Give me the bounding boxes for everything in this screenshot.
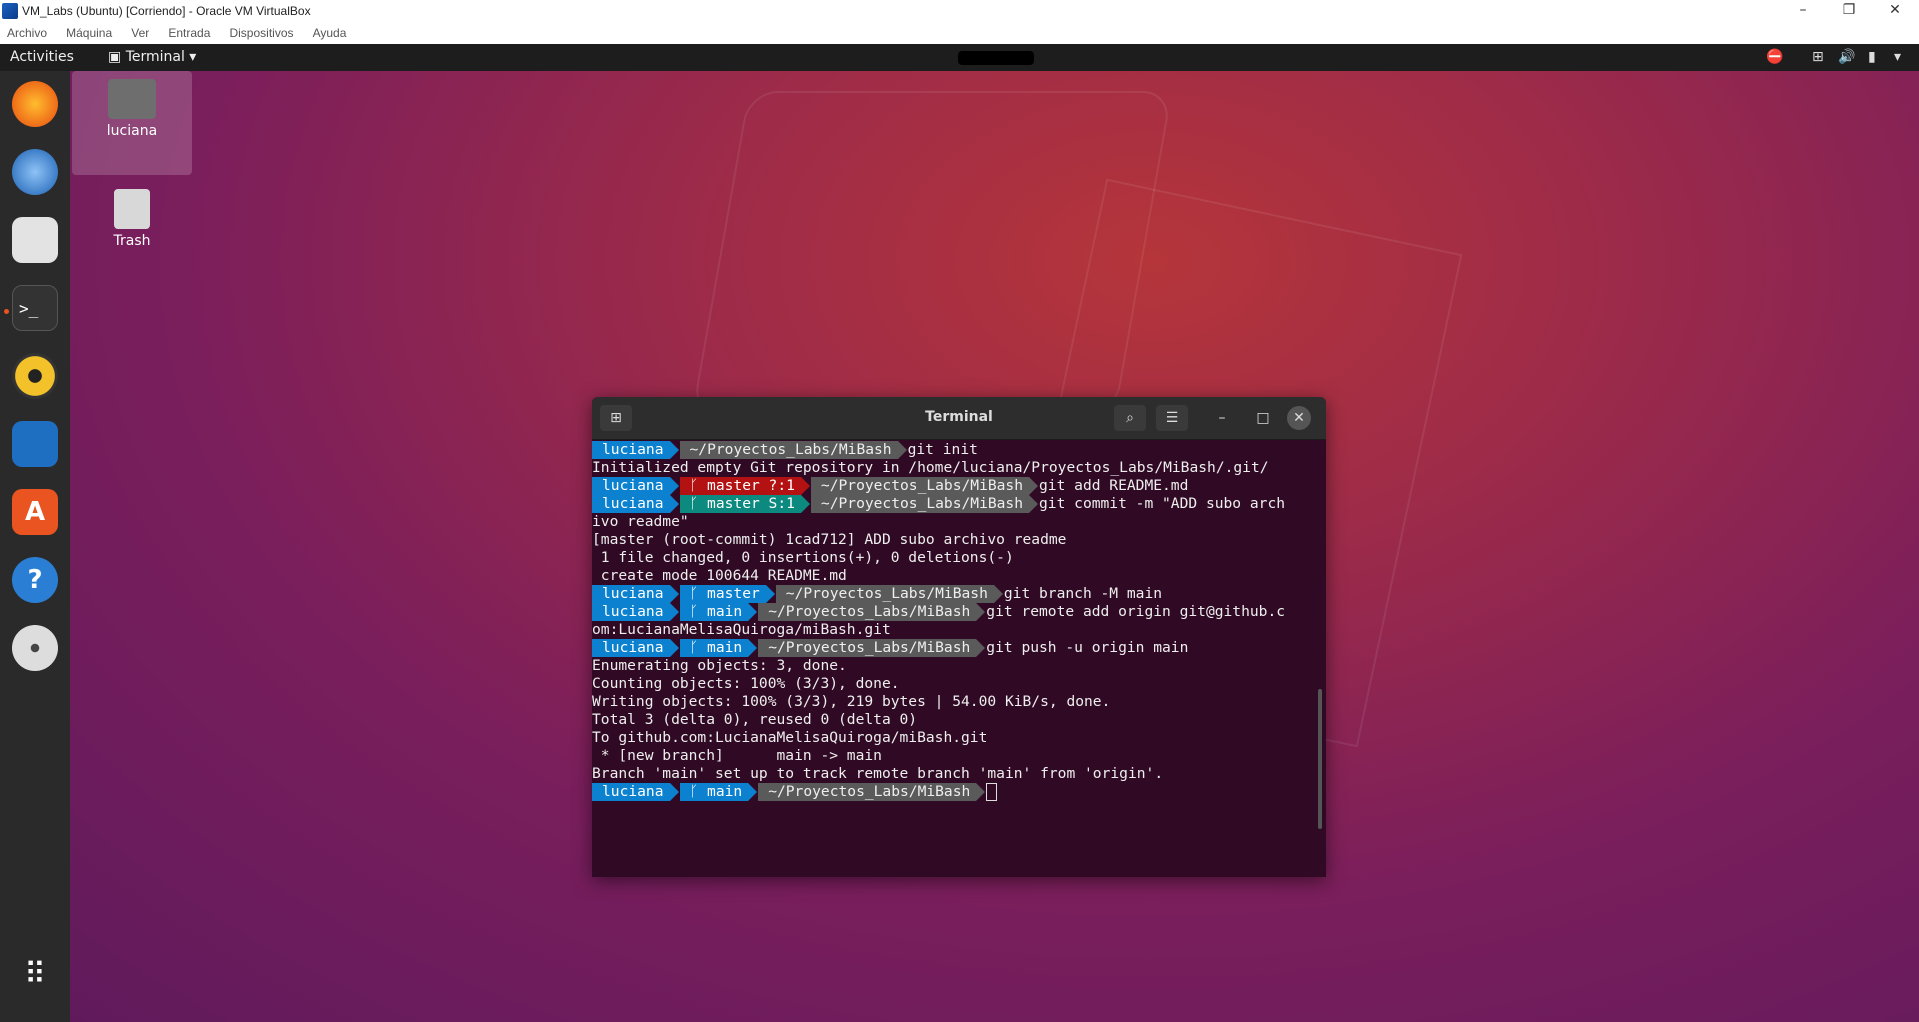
terminal-prompt-line: luciana ᚴ master ~/Proyectos_Labs/MiBash gi… xyxy=(592,585,1312,603)
dock: >_ A ? ⠿ xyxy=(0,71,70,1022)
terminal-small-icon: ▣ xyxy=(108,49,126,65)
restore-icon[interactable]: ❐ xyxy=(1826,0,1872,22)
prompt-command: git init xyxy=(907,441,978,458)
files-icon[interactable] xyxy=(12,217,58,263)
menu-ayuda[interactable]: Ayuda xyxy=(306,23,354,43)
prompt-user: luciana xyxy=(592,585,678,603)
terminal-output-line: Enumerating objects: 3, done. xyxy=(592,657,847,674)
terminal-prompt-line: luciana ᚴ main ~/Proyectos_Labs/MiBash xyxy=(592,783,1312,801)
terminal-output-line: Total 3 (delta 0), reused 0 (delta 0) xyxy=(592,711,918,728)
prompt-path: ~/Proyectos_Labs/MiBash xyxy=(758,783,986,801)
trash-label: Trash xyxy=(113,233,151,249)
prompt-path: ~/Proyectos_Labs/MiBash xyxy=(758,639,986,657)
prompt-user: luciana xyxy=(592,603,678,621)
prompt-git-branch: ᚴ master S:1 xyxy=(679,495,811,513)
trash-icon xyxy=(114,189,150,229)
prompt-command: git remote add origin git@github.c xyxy=(986,603,1286,620)
menu-dispositivos[interactable]: Dispositivos xyxy=(222,23,300,43)
terminal-icon[interactable]: >_ xyxy=(12,285,58,331)
maximize-icon[interactable]: □ xyxy=(1247,405,1279,431)
host-menubar: Archivo Máquina Ver Entrada Dispositivos… xyxy=(0,22,1919,45)
system-menu-icon[interactable]: ▾ xyxy=(1894,49,1901,65)
terminal-cursor xyxy=(986,783,998,801)
help-icon[interactable]: ? xyxy=(12,557,58,603)
prompt-git-branch: ᚴ main xyxy=(679,639,757,657)
running-indicator xyxy=(4,309,9,314)
clock[interactable] xyxy=(958,51,1034,65)
network-icon[interactable]: ⊞ xyxy=(1812,49,1824,65)
menu-archivo[interactable]: Archivo xyxy=(0,23,54,43)
software-icon[interactable]: A xyxy=(12,489,58,535)
terminal-output-line: create mode 100644 README.md xyxy=(592,567,847,584)
host-window-title: VM_Labs (Ubuntu) [Corriendo] - Oracle VM… xyxy=(22,4,311,18)
prompt-path: ~/Proyectos_Labs/MiBash xyxy=(775,585,1003,603)
gnome-top-bar: Activities ▣ Terminal ▾ ⛔ ⊞ 🔊 ▮ ▾ xyxy=(0,44,1919,71)
prompt-command: git commit -m "ADD subo arch xyxy=(1039,495,1286,512)
disc-icon[interactable] xyxy=(12,625,58,671)
terminal-output-line: Counting objects: 100% (3/3), done. xyxy=(592,675,900,692)
prompt-git-branch: ᚴ master ?:1 xyxy=(679,477,811,495)
prompt-path: ~/Proyectos_Labs/MiBash xyxy=(810,495,1039,513)
terminal-prompt-line: luciana ᚴ master ?:1 ~/Proyectos_Labs/MiBa… xyxy=(592,477,1312,495)
menu-maquina[interactable]: Máquina xyxy=(59,23,119,43)
minimize-icon[interactable]: – xyxy=(1206,405,1238,431)
prompt-user: luciana xyxy=(592,441,678,459)
prompt-path: ~/Proyectos_Labs/MiBash xyxy=(679,441,907,459)
show-applications-icon[interactable]: ⠿ xyxy=(12,951,58,997)
battery-icon[interactable]: ▮ xyxy=(1868,49,1876,65)
prompt-path: ~/Proyectos_Labs/MiBash xyxy=(810,477,1039,495)
terminal-window[interactable]: ⊞ Terminal ⌕ ☰ – □ ✕ luciana ~/Proyectos_… xyxy=(592,397,1326,877)
terminal-headerbar: ⊞ Terminal ⌕ ☰ – □ ✕ xyxy=(592,397,1326,440)
terminal-output-line: 1 file changed, 0 insertions(+), 0 delet… xyxy=(592,549,1014,566)
host-titlebar: VM_Labs (Ubuntu) [Corriendo] - Oracle VM… xyxy=(0,0,1919,22)
terminal-prompt-line: luciana ᚴ main ~/Proyectos_Labs/MiBash git … xyxy=(592,639,1312,657)
chevron-down-icon: ▾ xyxy=(184,49,197,65)
prompt-git-branch: ᚴ master xyxy=(679,585,776,603)
prompt-command: git add README.md xyxy=(1039,477,1189,494)
close-icon[interactable]: ✕ xyxy=(1872,0,1918,22)
app-menu[interactable]: ▣ Terminal ▾ xyxy=(108,49,196,65)
terminal-output-line: Writing objects: 100% (3/3), 219 bytes |… xyxy=(592,693,1111,710)
record-icon[interactable]: ⛔ xyxy=(1766,49,1783,65)
terminal-output-line: To github.com:LucianaMelisaQuiroga/miBas… xyxy=(592,729,988,746)
prompt-path: ~/Proyectos_Labs/MiBash xyxy=(758,603,986,621)
terminal-prompt-line: luciana ᚴ main ~/Proyectos_Labs/MiBash git … xyxy=(592,603,1312,621)
prompt-git-branch: ᚴ main xyxy=(679,783,757,801)
menu-ver[interactable]: Ver xyxy=(124,23,156,43)
activities-button[interactable]: Activities xyxy=(10,49,74,65)
home-folder-icon xyxy=(108,79,156,119)
terminal-prompt-line: luciana ~/Proyectos_Labs/MiBash git init xyxy=(592,441,1312,459)
minimize-icon[interactable]: – xyxy=(1780,0,1826,22)
terminal-output[interactable]: luciana ~/Proyectos_Labs/MiBash git init In… xyxy=(592,440,1312,877)
terminal-output-line: [master (root-commit) 1cad712] ADD subo … xyxy=(592,531,1067,548)
writer-icon[interactable] xyxy=(12,421,58,467)
menu-entrada[interactable]: Entrada xyxy=(161,23,217,43)
scrollbar[interactable] xyxy=(1318,689,1322,829)
terminal-prompt-line: luciana ᚴ master S:1 ~/Proyectos_Labs/MiBa… xyxy=(592,495,1312,513)
close-icon[interactable]: ✕ xyxy=(1287,406,1311,430)
home-folder-label: luciana xyxy=(106,123,158,139)
hamburger-menu-icon[interactable]: ☰ xyxy=(1156,405,1188,431)
firefox-icon[interactable] xyxy=(12,81,58,127)
desktop-trash[interactable]: Trash xyxy=(72,181,192,249)
terminal-output-line: * [new branch] main -> main xyxy=(592,747,882,764)
terminal-output-line: Branch 'main' set up to track remote bra… xyxy=(592,765,1164,782)
prompt-user: luciana xyxy=(592,639,678,657)
terminal-output-line: Initialized empty Git repository in /hom… xyxy=(592,459,1269,476)
virtualbox-icon xyxy=(2,3,18,19)
app-menu-label: Terminal xyxy=(125,49,185,65)
prompt-user: luciana xyxy=(592,783,678,801)
search-icon[interactable]: ⌕ xyxy=(1114,405,1146,431)
desktop-home-folder[interactable]: luciana xyxy=(72,71,192,175)
prompt-user: luciana xyxy=(592,495,678,513)
terminal-output-line: om:LucianaMelisaQuiroga/miBash.git xyxy=(592,621,891,638)
prompt-git-branch: ᚴ main xyxy=(679,603,757,621)
rhythmbox-icon[interactable] xyxy=(12,353,58,399)
prompt-command: git branch -M main xyxy=(1003,585,1163,602)
prompt-command: git push -u origin main xyxy=(986,639,1189,656)
thunderbird-icon[interactable] xyxy=(12,149,58,195)
volume-icon[interactable]: 🔊 xyxy=(1838,49,1855,65)
prompt-user: luciana xyxy=(592,477,678,495)
terminal-output-line: ivo readme" xyxy=(592,513,689,530)
